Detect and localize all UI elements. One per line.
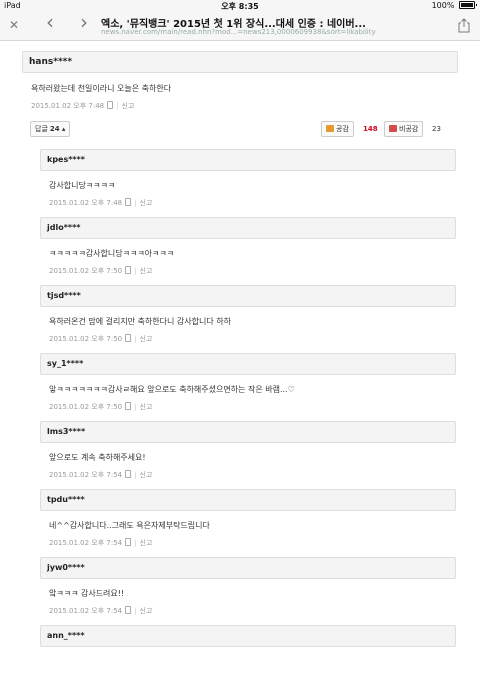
separator: | [134,471,137,479]
report-link[interactable]: 신고 [122,102,135,110]
thumbs-up-icon [326,125,334,132]
separator: | [116,102,119,110]
browser-nav-bar: ✕ ‹ › 엑소, '뮤직뱅크' 2015년 첫 1위 장식...대세 인증 :… [0,12,480,41]
mobile-icon [125,606,132,614]
dislike-button[interactable]: 비공감 [384,121,424,137]
clock: 오후 8:35 [221,2,259,11]
battery-indicator: 100% [431,1,477,10]
reply-date: 2015.01.02 오후 7:54 [49,607,123,615]
mobile-icon [125,266,132,274]
reply-username[interactable]: tjsd**** [40,285,456,307]
mobile-icon [125,470,132,478]
comment-actions: 답글 24 ▴ 공감 148 비공감 23 [22,121,458,139]
report-link[interactable]: 신고 [140,539,153,547]
battery-level: 100% [431,1,455,10]
reply-date: 2015.01.02 오후 7:54 [49,539,123,547]
dislike-label: 비공감 [399,125,419,133]
forward-icon[interactable]: › [80,12,88,32]
back-icon[interactable]: ‹ [46,12,54,32]
comment-text: 욕하러왔는데 천일이라니 오늘은 축하한다 [31,84,172,93]
separator: | [134,199,137,207]
reply-item: tpdu**** 네^^감사합니다..그래도 욕은자제부탁드립니다 2015.0… [0,489,480,557]
reply-date: 2015.01.02 오후 7:50 [49,403,123,411]
reply-username[interactable]: sy_1**** [40,353,456,375]
reply-text: 앞으로도 계속 축하해주세요! [49,453,146,462]
reply-count: 24 [49,125,60,133]
report-link[interactable]: 신고 [140,607,153,615]
battery-icon [459,1,477,9]
mobile-icon [125,198,132,206]
reply-list: kpes**** 감사합니당ㅋㅋㅋㅋ 2015.01.02 오후 7:48 | 신고… [0,149,480,693]
mobile-icon [107,101,114,109]
reply-meta: 2015.01.02 오후 7:50 | 신고 [40,402,152,412]
reply-username[interactable]: kpes**** [40,149,456,171]
report-link[interactable]: 신고 [140,267,153,275]
reply-text: 욕하러온건 맘에 걸리지만 축하한다니 감사합니다 하하 [49,317,231,326]
reply-meta: 2015.01.02 오후 7:48 | 신고 [40,198,152,208]
page-url[interactable]: news.naver.com/main/read.nhn?mod...=news… [101,28,401,36]
reply-text: 감사합니당ㅋㅋㅋㅋ [49,181,116,190]
mobile-icon [125,538,132,546]
report-link[interactable]: 신고 [140,471,153,479]
comment-username[interactable]: hans**** [22,51,458,73]
like-button[interactable]: 공감 [321,121,354,137]
reply-item: tjsd**** 욕하러온건 맘에 걸리지만 축하한다니 감사합니다 하하 20… [0,285,480,353]
reply-date: 2015.01.02 오후 7:54 [49,471,123,479]
reply-item: lms3**** 앞으로도 계속 축하해주세요! 2015.01.02 오후 7… [0,421,480,489]
dislike-count: 23 [432,125,441,133]
reply-text: 앜ㅋㅋㅋ 감사드려요!! [49,589,125,598]
reply-text: 앟ㅋㅋㅋㅋㅋㅋㅋ감사ㄹ해요 앞으로도 축하해주셨으면하는 작은 바램...♡ [49,385,295,394]
reply-text: ㅋㅋㅋㅋㅋ감사합니당ㅋㅋㅋ아ㅋㅋㅋ [49,249,175,258]
report-link[interactable]: 신고 [140,199,153,207]
reply-meta: 2015.01.02 오후 7:54 | 신고 [40,606,152,616]
reply-username[interactable]: jdlo**** [40,217,456,239]
reply-date: 2015.01.02 오후 7:50 [49,267,123,275]
like-count: 148 [363,125,378,133]
reply-meta: 2015.01.02 오후 7:50 | 신고 [40,266,152,276]
comment-meta: 2015.01.02 오후 7:48 | 신고 [22,101,458,111]
reply-meta: 2015.01.02 오후 7:54 | 신고 [40,470,152,480]
reply-meta: 2015.01.02 오후 7:50 | 신고 [40,334,152,344]
reply-username[interactable]: tpdu**** [40,489,456,511]
reply-date: 2015.01.02 오후 7:48 [49,199,123,207]
close-icon[interactable]: ✕ [9,16,19,34]
status-bar: iPad 오후 8:35 100% [0,0,480,12]
reply-label: 답글 [35,125,48,133]
separator: | [134,335,137,343]
report-link[interactable]: 신고 [140,403,153,411]
reply-meta: 2015.01.02 오후 7:54 | 신고 [40,538,152,548]
separator: | [134,403,137,411]
reply-text: 네^^감사합니다..그래도 욕은자제부탁드립니다 [49,521,210,530]
reply-item: kpes**** 감사합니당ㅋㅋㅋㅋ 2015.01.02 오후 7:48 | 신고 [0,149,480,217]
thumbs-down-icon [389,125,397,132]
like-label: 공감 [336,125,349,133]
share-icon[interactable] [458,18,470,33]
mobile-icon [125,402,132,410]
separator: | [134,539,137,547]
reply-item: jdlo**** ㅋㅋㅋㅋㅋ감사합니당ㅋㅋㅋ아ㅋㅋㅋ 2015.01.02 오후… [0,217,480,285]
reply-toggle-button[interactable]: 답글 24 ▴ [30,121,71,137]
reply-date: 2015.01.02 오후 7:50 [49,335,123,343]
reply-item: ann_**** [0,625,480,693]
reply-item: jyw0**** 앜ㅋㅋㅋ 감사드려요!! 2015.01.02 오후 7:54… [0,557,480,625]
comment-date: 2015.01.02 오후 7:48 [31,102,105,110]
reply-username[interactable]: jyw0**** [40,557,456,579]
chevron-up-icon: ▴ [61,125,66,133]
separator: | [134,267,137,275]
mobile-icon [125,334,132,342]
reply-username[interactable]: lms3**** [40,421,456,443]
separator: | [134,607,137,615]
reply-item: sy_1**** 앟ㅋㅋㅋㅋㅋㅋㅋ감사ㄹ해요 앞으로도 축하해주셨으면하는 작은… [0,353,480,421]
report-link[interactable]: 신고 [140,335,153,343]
reply-username[interactable]: ann_**** [40,625,456,647]
top-comment: hans**** 욕하러왔는데 천일이라니 오늘은 축하한다 2015.01.0… [22,51,458,139]
